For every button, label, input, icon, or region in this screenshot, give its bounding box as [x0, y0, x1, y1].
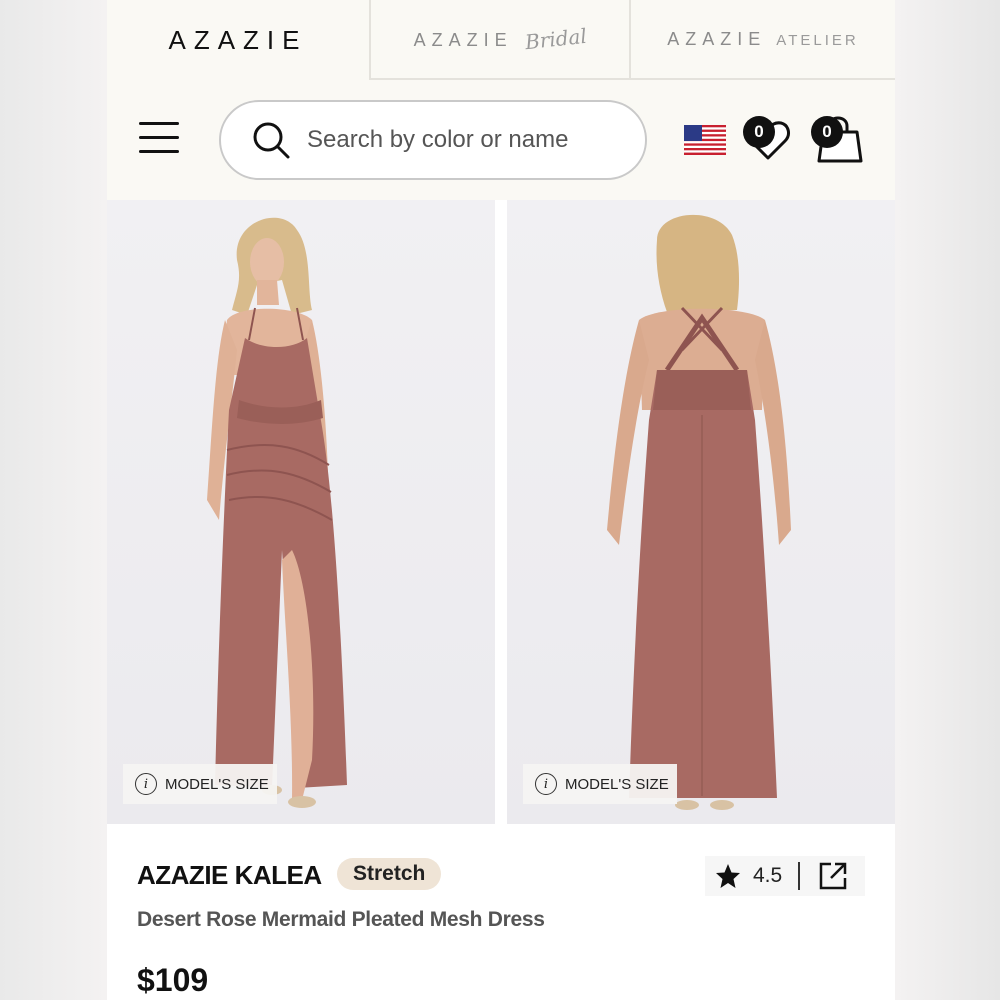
rating-value: 4.5 [753, 864, 783, 887]
product-image-front[interactable]: i MODEL'S SIZE [107, 200, 495, 824]
tab-azazie[interactable]: AZAZIE [107, 0, 369, 80]
brand-logo-bridal-word: AZAZIE [413, 30, 513, 50]
brand-logo-atelier-word: AZAZIE [667, 28, 767, 49]
model-size-label: MODEL'S SIZE [565, 775, 669, 793]
share-icon[interactable] [818, 861, 848, 891]
divider [798, 862, 801, 890]
search-input[interactable] [307, 126, 627, 154]
dress-back-illustration [607, 214, 791, 810]
product-name: AZAZIE KALEA [137, 860, 322, 890]
left-backdrop [0, 0, 107, 1000]
stretch-badge: Stretch [337, 858, 442, 890]
tab-azazie-bridal[interactable]: AZAZIE Bridal [369, 0, 631, 80]
hamburger-menu-icon[interactable] [139, 122, 181, 156]
search-bar[interactable] [219, 100, 647, 180]
brand-logo-azazie: AZAZIE [168, 24, 308, 55]
brand-logo-bridal-script: Bridal [523, 23, 588, 55]
model-size-button-back[interactable]: i MODEL'S SIZE [523, 764, 677, 804]
model-size-button-front[interactable]: i MODEL'S SIZE [123, 764, 277, 804]
product-info: AZAZIE KALEA Stretch 4.5 Desert Rose Mer… [107, 824, 895, 1000]
search-icon [253, 122, 290, 159]
rating-box[interactable]: 4.5 [705, 856, 865, 896]
tab-azazie-atelier[interactable]: AZAZIE ATELIER [631, 0, 895, 80]
phone-screen: AZAZIE AZAZIE Bridal AZAZIE ATELIER Sear… [107, 0, 895, 1000]
cart-count-badge: 0 [811, 116, 843, 148]
us-flag-icon[interactable] [684, 125, 726, 155]
brand-logo-atelier-suffix: ATELIER [776, 31, 859, 49]
right-backdrop [895, 0, 1000, 1000]
wishlist-button[interactable]: 0 [743, 116, 793, 162]
wishlist-count-badge: 0 [743, 116, 775, 148]
product-price: $109 [137, 962, 209, 998]
model-size-label: MODEL'S SIZE [165, 775, 269, 793]
brand-tabs: AZAZIE AZAZIE Bridal AZAZIE ATELIER [107, 0, 895, 80]
cart-button[interactable]: 0 [811, 116, 863, 164]
header-bar: 0 0 [107, 80, 895, 200]
info-icon: i [135, 773, 157, 795]
product-subtitle: Desert Rose Mermaid Pleated Mesh Dress [137, 908, 545, 931]
product-image-back[interactable]: i MODEL'S SIZE [507, 200, 895, 824]
star-icon [716, 864, 740, 888]
dress-front-illustration [207, 217, 347, 808]
info-icon: i [535, 773, 557, 795]
